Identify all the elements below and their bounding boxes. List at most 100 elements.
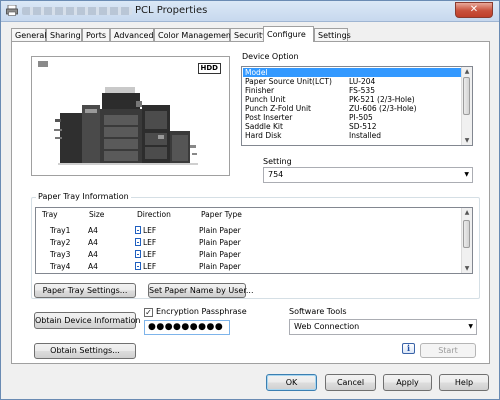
table-row[interactable]: Tray4 A4 LEF Plain Paper: [36, 261, 461, 273]
obtain-settings-button[interactable]: Obtain Settings...: [34, 343, 136, 359]
paper-tray-scrollbar[interactable]: ▲ ▼: [461, 208, 472, 273]
option-name: Paper Source Unit(LCT): [245, 77, 332, 86]
device-option-row[interactable]: Punch Z-Fold Unit ZU-606 (2/3-Hole): [243, 104, 461, 113]
direction-text: LEF: [143, 262, 157, 271]
model-label-placeholder: [38, 61, 48, 67]
tab-sharing[interactable]: Sharing: [46, 28, 82, 41]
device-image-frame: HDD: [31, 56, 230, 176]
tray-cell: Tray4: [50, 262, 71, 271]
device-option-row[interactable]: Saddle Kit SD-512: [243, 122, 461, 131]
scroll-down-icon[interactable]: ▼: [462, 136, 472, 145]
chevron-down-icon: ▼: [468, 323, 473, 330]
paper-direction-icon: [135, 226, 141, 234]
col-paper-type[interactable]: Paper Type: [201, 208, 242, 221]
direction-text: LEF: [143, 238, 157, 247]
obtain-device-info-button[interactable]: Obtain Device Information: [34, 312, 140, 329]
printer-icon: [6, 5, 18, 16]
direction-cell: LEF: [135, 249, 156, 261]
tab-ports[interactable]: Ports: [82, 28, 110, 41]
tab-general[interactable]: General: [11, 28, 47, 41]
tab-configure[interactable]: Configure: [263, 26, 314, 42]
option-value: ZU-606 (2/3-Hole): [349, 104, 417, 113]
chevron-down-icon: ▼: [464, 171, 469, 178]
passphrase-input[interactable]: ●●●●●●●●●: [144, 320, 230, 335]
option-value: FS-535: [349, 86, 375, 95]
paper-direction-icon: [135, 250, 141, 258]
paper-tray-list[interactable]: Tray Size Direction Paper Type Tray1 A4 …: [35, 207, 473, 274]
device-option-row[interactable]: Hard Disk Installed: [243, 131, 461, 140]
button-label: Set Paper Name by User...: [149, 286, 254, 295]
direction-cell: LEF: [135, 237, 156, 249]
encryption-checkbox[interactable]: ✓: [144, 308, 153, 317]
paper-tray-settings-button[interactable]: Paper Tray Settings...: [34, 283, 136, 298]
size-cell: A4: [88, 262, 98, 271]
device-option-label-text: Device Option: [242, 52, 299, 61]
size-cell: A4: [88, 250, 98, 259]
software-tools-value: Web Connection: [294, 322, 360, 331]
setting-label: Setting: [263, 157, 292, 166]
software-tools-label: Software Tools: [289, 307, 347, 316]
option-name: Punch Unit: [245, 95, 286, 104]
start-button[interactable]: Start: [420, 343, 476, 358]
device-option-label: Device Option: [242, 52, 299, 62]
tray-cell: Tray3: [50, 250, 71, 259]
title-bar: PCL Properties ✕: [1, 1, 499, 22]
apply-button[interactable]: Apply: [383, 374, 432, 391]
hdd-badge: HDD: [197, 63, 221, 74]
option-name: Post Inserter: [245, 113, 293, 122]
option-name: Finisher: [245, 86, 275, 95]
scroll-up-icon[interactable]: ▲: [462, 208, 472, 217]
tab-color-management[interactable]: Color Management: [154, 28, 234, 41]
software-tools-combo[interactable]: Web Connection ▼: [289, 319, 477, 335]
help-button[interactable]: Help: [439, 374, 489, 391]
size-cell: A4: [88, 226, 98, 235]
direction-text: LEF: [143, 250, 157, 259]
scroll-thumb[interactable]: [463, 220, 470, 248]
table-row[interactable]: Tray2 A4 LEF Plain Paper: [36, 237, 461, 249]
setting-value: 754: [268, 170, 284, 179]
button-label: Paper Tray Settings...: [42, 286, 128, 295]
col-tray[interactable]: Tray: [42, 208, 58, 221]
window-title: PCL Properties: [135, 5, 208, 16]
close-button[interactable]: ✕: [455, 2, 493, 18]
option-value: PK-521 (2/3-Hole): [349, 95, 415, 104]
tab-security[interactable]: Security: [230, 28, 267, 41]
type-cell: Plain Paper: [199, 262, 241, 271]
col-direction[interactable]: Direction: [137, 208, 171, 221]
col-size[interactable]: Size: [89, 208, 104, 221]
direction-text: LEF: [143, 226, 157, 235]
scroll-thumb[interactable]: [463, 77, 470, 115]
info-icon[interactable]: i: [402, 343, 415, 354]
paper-direction-icon: [135, 238, 141, 246]
button-label: Apply: [396, 378, 419, 387]
device-option-row[interactable]: Finisher FS-535: [243, 86, 461, 95]
button-label: Obtain Settings...: [50, 346, 120, 355]
properties-window: PCL Properties ✕ General Sharing Ports A…: [0, 0, 500, 400]
scroll-down-icon[interactable]: ▼: [462, 264, 472, 273]
set-paper-name-button[interactable]: Set Paper Name by User...: [148, 283, 254, 298]
device-option-list[interactable]: Model Paper Source Unit(LCT) LU-204 Fini…: [241, 66, 473, 146]
ok-button[interactable]: OK: [266, 374, 317, 391]
device-option-row[interactable]: Paper Source Unit(LCT) LU-204: [243, 77, 461, 86]
option-value: SD-512: [349, 122, 377, 131]
cancel-button[interactable]: Cancel: [325, 374, 376, 391]
tray-cell: Tray2: [50, 238, 71, 247]
device-option-row[interactable]: Punch Unit PK-521 (2/3-Hole): [243, 95, 461, 104]
device-option-row[interactable]: Post Inserter PI-505: [243, 113, 461, 122]
tab-advanced[interactable]: Advanced: [110, 28, 154, 41]
scroll-up-icon[interactable]: ▲: [462, 67, 472, 76]
table-row[interactable]: Tray1 A4 LEF Plain Paper: [36, 225, 461, 237]
setting-combo[interactable]: 754 ▼: [263, 167, 473, 183]
option-value: Installed: [349, 131, 381, 140]
device-option-scrollbar[interactable]: ▲ ▼: [461, 67, 472, 145]
option-name: Punch Z-Fold Unit: [245, 104, 312, 113]
option-name: Saddle Kit: [245, 122, 283, 131]
table-row[interactable]: Tray3 A4 LEF Plain Paper: [36, 249, 461, 261]
option-value: PI-505: [349, 113, 373, 122]
tray-cell: Tray1: [50, 226, 71, 235]
direction-cell: LEF: [135, 225, 156, 237]
type-cell: Plain Paper: [199, 250, 241, 259]
tab-settings[interactable]: Settings: [314, 28, 351, 41]
option-name: Model: [245, 68, 268, 77]
device-option-row[interactable]: Model: [243, 68, 461, 77]
